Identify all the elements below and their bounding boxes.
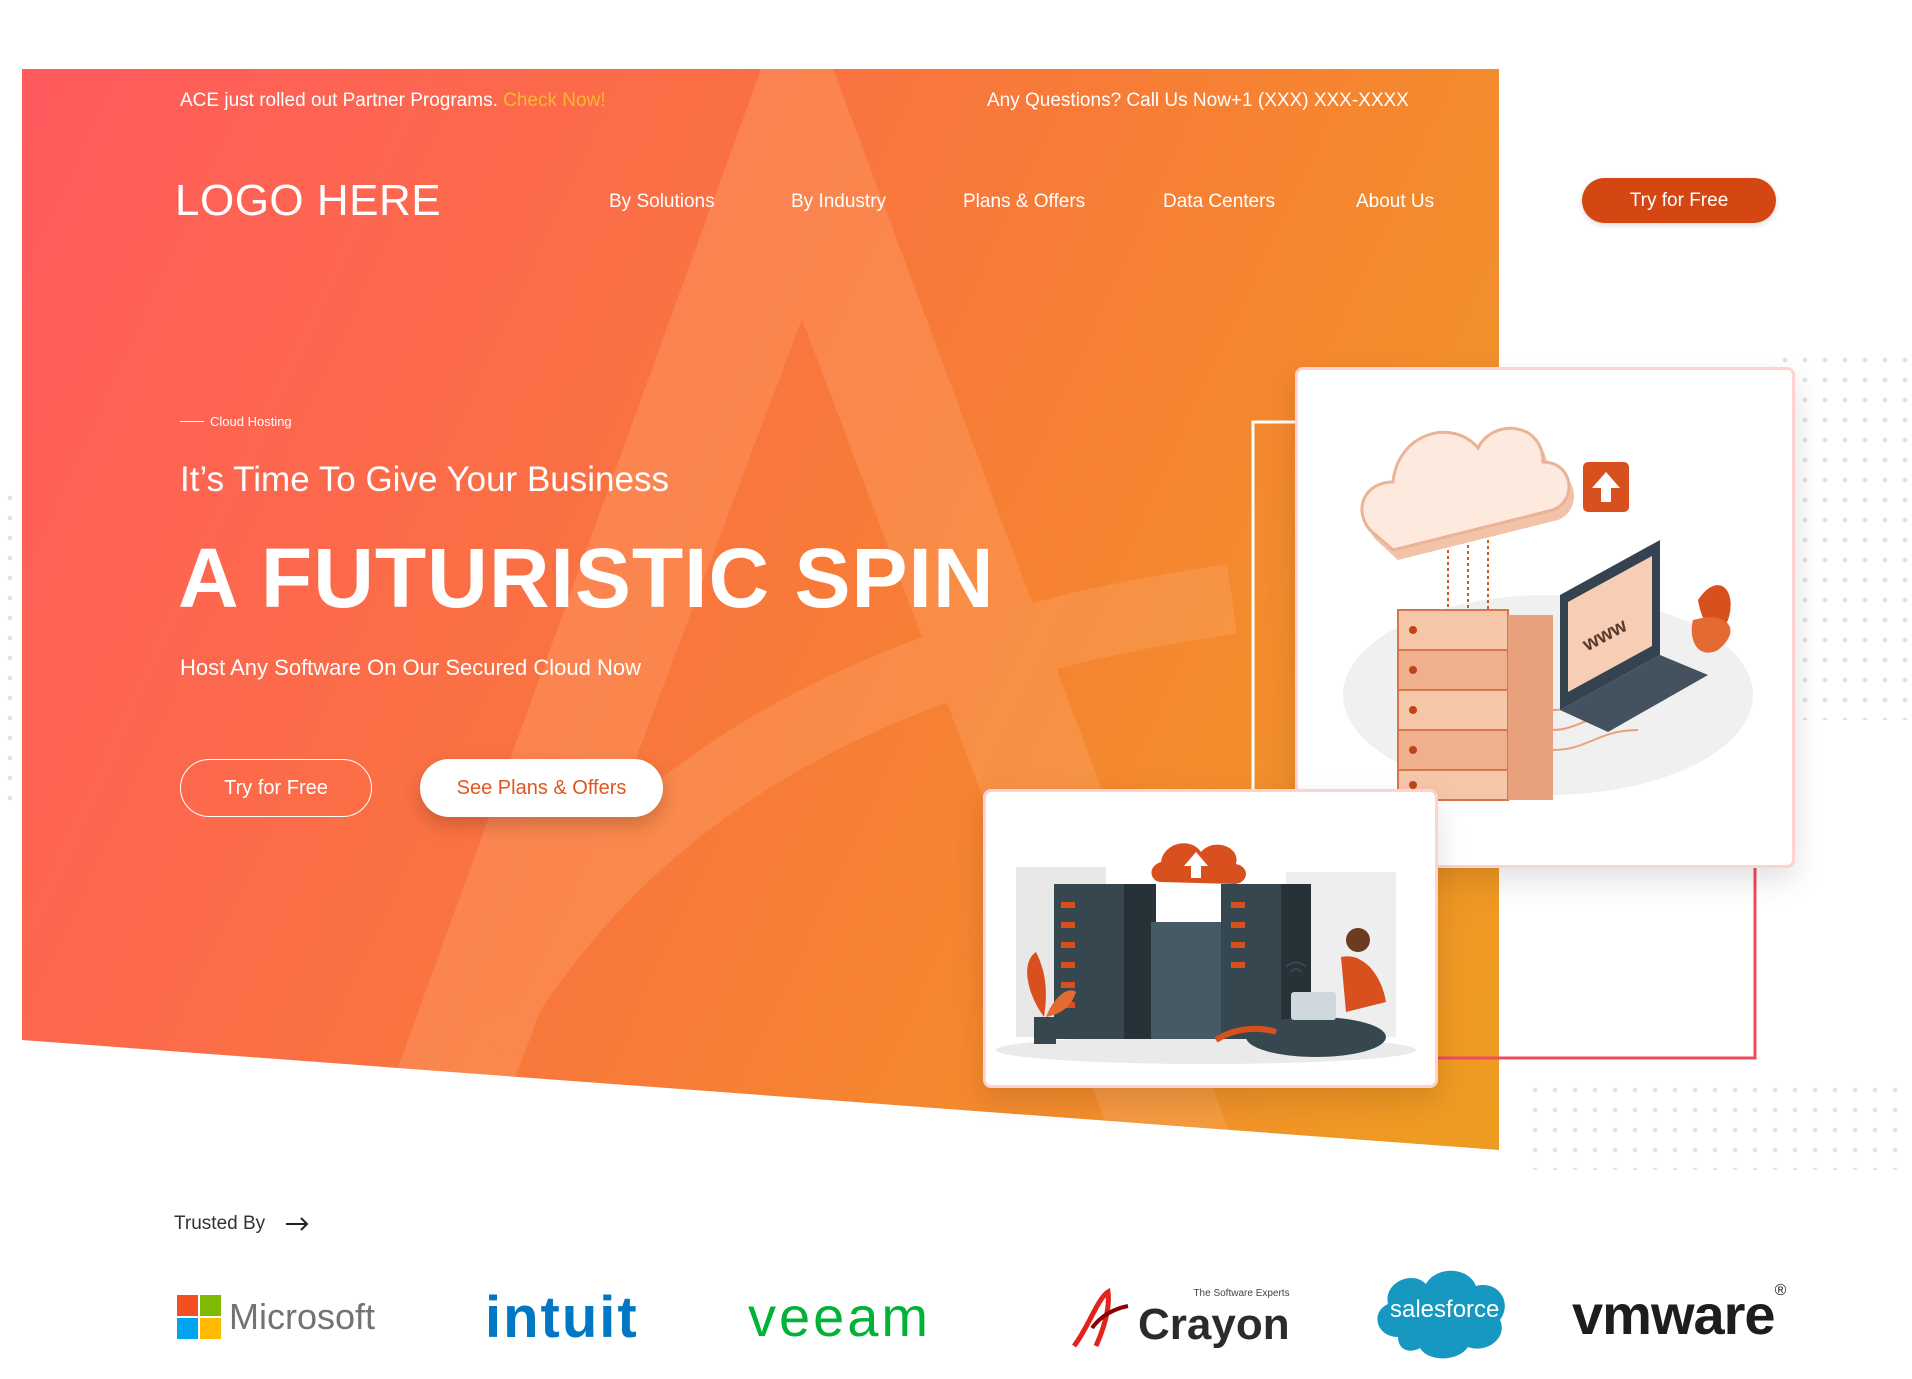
microsoft-logo: Microsoft: [177, 1295, 375, 1339]
trusted-by-text: Trusted By: [174, 1213, 266, 1234]
crayon-mark-icon: [1072, 1288, 1129, 1348]
server-rack-icon: [1054, 884, 1311, 1039]
announcement-text: ACE just rolled out Partner Programs.: [180, 90, 498, 111]
check-now-link[interactable]: Check Now!: [503, 90, 605, 111]
microsoft-wordmark: Microsoft: [229, 1296, 376, 1337]
veeam-logo: veeam: [748, 1284, 931, 1349]
server-stack-icon: [1397, 609, 1553, 801]
trusted-by-label: Trusted By: [174, 1213, 309, 1235]
crayon-logo: The Software Experts Crayon: [1068, 1288, 1290, 1350]
cloud-icon: [1360, 426, 1575, 560]
nav-by-solutions[interactable]: By Solutions: [609, 191, 715, 213]
salesforce-wordmark: salesforce: [1390, 1296, 1500, 1323]
crayon-wordmark: Crayon: [1138, 1300, 1290, 1349]
eyebrow-line: [180, 421, 204, 422]
upload-badge-icon: [1583, 462, 1629, 512]
intuit-wordmark: intuit: [485, 1285, 639, 1350]
nav-about-us[interactable]: About Us: [1356, 191, 1434, 213]
nav-by-industry[interactable]: By Industry: [791, 191, 886, 213]
dot-pattern-right-bottom: [1525, 1080, 1912, 1170]
microsoft-windows-icon: [177, 1295, 221, 1339]
hero-headline: A FUTURISTIC SPIN: [178, 531, 995, 625]
site-logo[interactable]: LOGO HERE: [175, 176, 441, 226]
header-try-free-button[interactable]: Try for Free: [1582, 178, 1776, 223]
see-plans-button[interactable]: See Plans & Offers: [420, 759, 663, 817]
hero-subtitle: It’s Time To Give Your Business: [180, 460, 669, 499]
arrow-right-icon[interactable]: [285, 1217, 309, 1231]
eyebrow-text: Cloud Hosting: [210, 414, 292, 429]
eyebrow-label: Cloud Hosting: [180, 414, 292, 429]
veeam-wordmark: veeam: [748, 1285, 932, 1348]
datacenter-illustration-card: [983, 789, 1438, 1088]
contact-text: Any Questions? Call Us Now+1 (XXX) XXX-X…: [987, 90, 1409, 111]
intuit-logo: intuit: [485, 1284, 639, 1351]
hero-tagline: Host Any Software On Our Secured Cloud N…: [180, 655, 641, 680]
vmware-logo: vmware®: [1572, 1282, 1786, 1347]
vmware-wordmark: vmware: [1572, 1283, 1776, 1346]
announcement-bar: ACE just rolled out Partner Programs. Ch…: [180, 90, 606, 112]
registered-mark: ®: [1774, 1282, 1787, 1299]
dot-pattern-right-top: [1775, 350, 1912, 720]
salesforce-logo: salesforce: [1368, 1262, 1513, 1362]
nav-data-centers[interactable]: Data Centers: [1163, 191, 1275, 213]
nav-plans-offers[interactable]: Plans & Offers: [963, 191, 1085, 213]
red-frame-decoration: [1430, 860, 1757, 1060]
datacenter-illustration: [996, 843, 1416, 1064]
upload-cloud-icon: [1151, 843, 1246, 884]
crayon-tagline: The Software Experts: [1193, 1288, 1290, 1299]
hero-try-free-button[interactable]: Try for Free: [180, 759, 372, 817]
